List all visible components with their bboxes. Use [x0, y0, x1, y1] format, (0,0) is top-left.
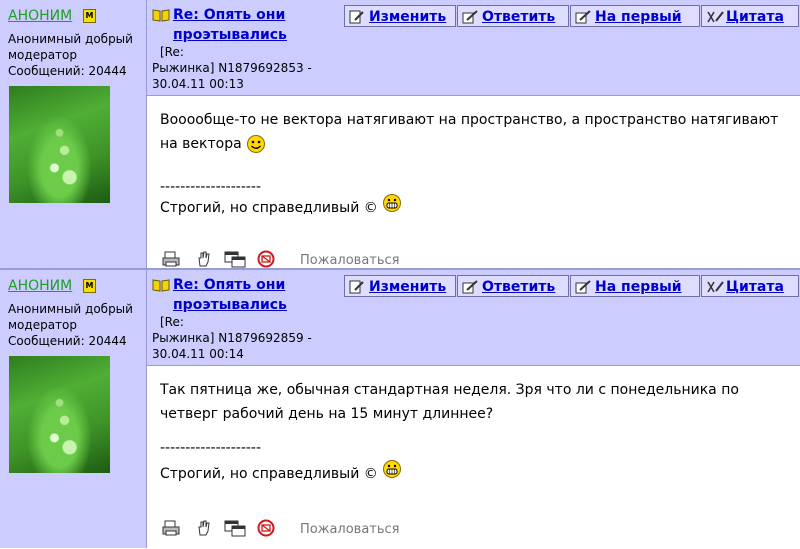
post-text: Вооообще-то не вектора натягивают на про…	[160, 108, 780, 156]
author-rank: Анонимный добрый модератор	[8, 32, 133, 62]
avatar	[9, 86, 110, 203]
signature: Строгий, но справедливый ©	[160, 460, 402, 482]
first-button[interactable]: На первый	[570, 275, 700, 297]
first-icon	[575, 280, 591, 294]
window-icon[interactable]	[224, 250, 246, 268]
forum-post: АНОНИМ M Анонимный добрый модератор Сооб…	[0, 0, 800, 269]
edit-icon	[349, 10, 364, 24]
quote-button[interactable]: Цитата	[701, 5, 799, 27]
print-icon[interactable]	[162, 250, 180, 268]
complain-link[interactable]: Пожаловаться	[300, 522, 400, 537]
quote-button[interactable]: Цитата	[701, 275, 799, 297]
post-body: Так пятница же, обычная стандартная неде…	[147, 365, 800, 549]
edit-button-label: Изменить	[369, 279, 447, 295]
quote-button-label: Цитата	[726, 279, 784, 295]
post-header: Re: Опять они проэтывались [Re: Рыжинка]…	[147, 270, 800, 365]
hand-icon[interactable]	[195, 519, 213, 537]
meta-date: 30.04.11 00:14	[152, 347, 244, 361]
forum-post: АНОНИМ M Анонимный добрый модератор Сооб…	[0, 270, 800, 549]
book-icon	[152, 9, 170, 22]
first-button-label: На первый	[595, 9, 682, 25]
quote-button-label: Цитата	[726, 9, 784, 25]
edit-button[interactable]: Изменить	[344, 5, 456, 27]
first-button[interactable]: На первый	[570, 5, 700, 27]
meta-post-number: Рыжинка] N1879692853 -	[152, 61, 312, 75]
signature: Строгий, но справедливый ©	[160, 194, 402, 216]
complain-icon[interactable]	[257, 519, 275, 537]
book-icon	[152, 279, 170, 292]
meta-post-number: Рыжинка] N1879692859 -	[152, 331, 312, 345]
post-body: Вооообще-то не вектора натягивают на про…	[147, 95, 800, 269]
author-panel: АНОНИМ M Анонимный добрый модератор Сооб…	[0, 0, 147, 268]
reply-icon	[462, 280, 478, 294]
meta-reply-to: [Re:	[160, 315, 184, 329]
edit-icon	[349, 280, 364, 294]
signature-text: Строгий, но справедливый ©	[160, 200, 378, 216]
first-icon	[575, 10, 591, 24]
post-text: Так пятница же, обычная стандартная неде…	[160, 378, 780, 426]
complain-icon[interactable]	[257, 250, 275, 268]
author-link[interactable]: АНОНИМ	[8, 8, 72, 24]
post-title-link[interactable]: Re: Опять они проэтывались	[173, 275, 333, 315]
edit-button-label: Изменить	[369, 9, 447, 25]
smile-icon	[247, 135, 266, 153]
avatar	[9, 356, 110, 473]
moderator-badge: M	[83, 279, 96, 293]
grin-icon	[383, 194, 402, 212]
signature-divider: --------------------	[160, 440, 262, 456]
post-header: Re: Опять они проэтывались [Re: Рыжинка]…	[147, 0, 800, 95]
signature-text: Строгий, но справедливый ©	[160, 466, 378, 482]
reply-button-label: Ответить	[482, 9, 556, 25]
hand-icon[interactable]	[195, 250, 213, 268]
window-icon[interactable]	[224, 519, 246, 537]
author-link[interactable]: АНОНИМ	[8, 278, 72, 294]
edit-button[interactable]: Изменить	[344, 275, 456, 297]
author-message-count: Сообщений: 20444	[8, 334, 127, 348]
meta-reply-to: [Re:	[160, 45, 184, 59]
reply-button[interactable]: Ответить	[457, 275, 569, 297]
reply-button[interactable]: Ответить	[457, 5, 569, 27]
author-rank: Анонимный добрый модератор	[8, 302, 133, 332]
complain-link[interactable]: Пожаловаться	[300, 253, 400, 268]
moderator-badge: M	[83, 9, 96, 23]
post-meta: [Re: Рыжинка] N1879692853 - 30.04.11 00:…	[152, 44, 332, 92]
reply-icon	[462, 10, 478, 24]
first-button-label: На первый	[595, 279, 682, 295]
post-meta: [Re: Рыжинка] N1879692859 - 30.04.11 00:…	[152, 314, 332, 362]
author-message-count: Сообщений: 20444	[8, 64, 127, 78]
post-text-content: Так пятница же, обычная стандартная неде…	[160, 382, 739, 422]
quote-icon	[707, 11, 724, 23]
grin-icon	[383, 460, 402, 478]
print-icon[interactable]	[162, 519, 180, 537]
meta-date: 30.04.11 00:13	[152, 77, 244, 91]
signature-divider: --------------------	[160, 179, 262, 195]
author-panel: АНОНИМ M Анонимный добрый модератор Сооб…	[0, 270, 147, 548]
post-title-link[interactable]: Re: Опять они проэтывались	[173, 5, 333, 45]
reply-button-label: Ответить	[482, 279, 556, 295]
quote-icon	[707, 281, 724, 293]
